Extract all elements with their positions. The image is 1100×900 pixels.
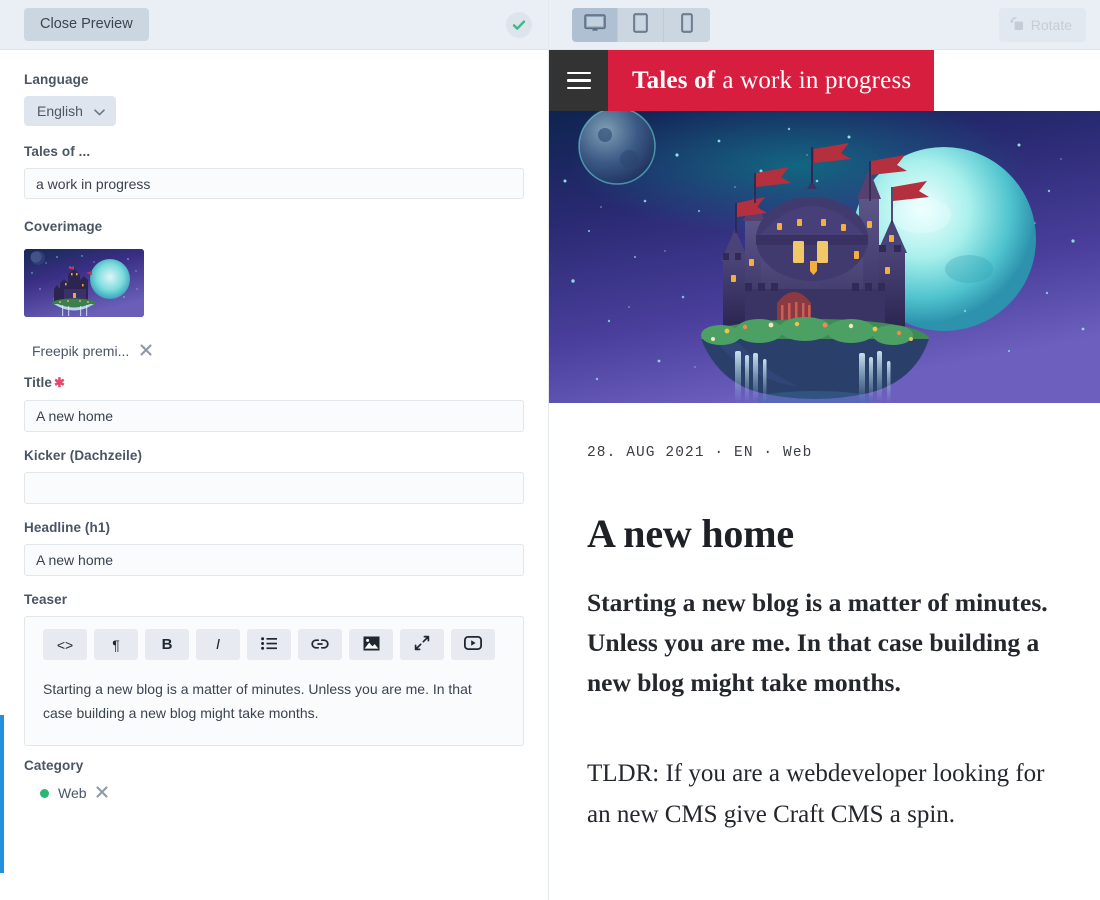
expand-button[interactable] — [400, 629, 444, 660]
save-status-indicator[interactable] — [506, 11, 532, 38]
phone-icon — [681, 13, 693, 36]
italic-button[interactable]: I — [196, 629, 240, 660]
link-button[interactable] — [298, 629, 342, 660]
site-title: Tales of a work in progress — [608, 50, 934, 111]
teaser-editor-toolbar: <> ¶ B I — [25, 629, 523, 660]
check-circle-icon — [511, 17, 527, 33]
article-title: A new home — [587, 511, 794, 556]
article-teaser: Starting a new blog is a matter of minut… — [587, 588, 1048, 697]
insert-image-button[interactable] — [349, 629, 393, 660]
required-marker: ✱ — [54, 375, 66, 390]
article-body: TLDR: If you are a webdeveloper looking … — [587, 760, 1045, 828]
rotate-icon — [1009, 16, 1024, 33]
entry-editor-preview-app: Close Preview Language English Tales of … — [0, 0, 1100, 900]
field-label-kicker: Kicker (Dachzeile) — [24, 448, 143, 463]
desktop-view-button[interactable] — [572, 7, 618, 42]
field-label-title-text: Title — [24, 375, 53, 390]
language-select[interactable]: English — [24, 96, 116, 126]
article-content: 28. AUG 2021 · EN · Web A new home Start… — [549, 445, 1100, 835]
close-x-icon — [95, 785, 108, 798]
field-label-language: Language — [24, 72, 89, 87]
tales-of-input[interactable] — [24, 168, 524, 199]
source-code-icon: <> — [56, 636, 74, 653]
bold-icon: B — [161, 636, 173, 653]
paragraph-icon: ¶ — [112, 636, 120, 653]
site-title-regular: a work in progress — [722, 66, 912, 94]
title-input[interactable] — [24, 400, 524, 432]
desktop-icon — [583, 14, 606, 35]
field-label-title: Title ✱ — [24, 375, 524, 391]
field-label-coverimage: Coverimage — [24, 219, 103, 234]
video-icon — [463, 635, 483, 653]
preview-toolbar: Rotate — [549, 0, 1100, 50]
category-label: Web — [58, 785, 87, 802]
site-header-filler — [934, 50, 1100, 111]
device-size-switcher — [572, 7, 710, 42]
field-teaser: Teaser <> ¶ B I Starting a new blog is a… — [24, 592, 524, 747]
image-icon — [363, 636, 380, 654]
editor-toolbar: Close Preview — [0, 0, 548, 50]
coverimage-asset-row: Freepik premi... — [24, 343, 524, 359]
field-title: Title ✱ — [24, 375, 524, 432]
live-preview-pane: Rotate Tales of a work in progress 28. A… — [548, 0, 1100, 900]
site-title-bold: Tales of — [632, 66, 716, 94]
bullet-list-button[interactable] — [247, 629, 291, 660]
link-icon — [311, 637, 329, 653]
article-meta: 28. AUG 2021 · EN · Web — [587, 445, 813, 461]
field-label-headline: Headline (h1) — [24, 520, 111, 535]
expand-icon — [414, 635, 430, 654]
teaser-editor-content[interactable]: Starting a new blog is a matter of minut… — [25, 660, 523, 745]
field-label-tales-of: Tales of ... — [24, 144, 91, 159]
tablet-icon — [633, 13, 648, 36]
headline-input[interactable] — [24, 544, 524, 576]
field-headline: Headline (h1) — [24, 520, 524, 576]
field-kicker: Kicker (Dachzeile) — [24, 448, 524, 504]
source-code-button[interactable]: <> — [43, 629, 87, 660]
category-selected-row: Web — [24, 785, 524, 801]
category-color-dot — [40, 788, 49, 798]
teaser-rich-text-editor: <> ¶ B I Starting a new blog is a matter… — [24, 616, 524, 747]
field-label-teaser: Teaser — [24, 592, 68, 607]
remove-category-button[interactable] — [95, 785, 108, 801]
bold-button[interactable]: B — [145, 629, 189, 660]
close-x-icon — [140, 343, 152, 356]
language-select-value: English — [37, 103, 83, 119]
paragraph-button[interactable]: ¶ — [94, 629, 138, 660]
italic-icon: I — [215, 636, 221, 653]
coverimage-thumbnail-wrap — [24, 249, 524, 317]
close-preview-button[interactable]: Close Preview — [24, 8, 149, 41]
preview-site-header: Tales of a work in progress — [549, 50, 1100, 111]
rotate-label: Rotate — [1030, 16, 1072, 33]
coverimage-asset-name: Freepik premi... — [32, 343, 130, 359]
kicker-input[interactable] — [24, 472, 524, 504]
remove-coverimage-button[interactable] — [140, 343, 152, 359]
field-language: Language English — [24, 72, 524, 126]
article-hero-image — [549, 111, 1100, 403]
field-label-category: Category — [24, 758, 84, 774]
tablet-view-button[interactable] — [618, 7, 664, 42]
bullet-list-icon — [261, 636, 277, 653]
hamburger-menu-icon — [566, 71, 591, 90]
chevron-down-icon — [94, 103, 105, 119]
insert-video-button[interactable] — [451, 629, 495, 660]
field-coverimage: Coverimage Freepik premi... — [24, 219, 524, 359]
field-category: Category Web — [24, 758, 524, 801]
field-tales-of: Tales of ... — [24, 144, 524, 199]
phone-view-button[interactable] — [664, 7, 710, 42]
field-focus-accent-bar — [0, 715, 4, 873]
rotate-button[interactable]: Rotate — [998, 7, 1086, 42]
site-menu-button[interactable] — [549, 50, 608, 111]
editor-pane: Close Preview Language English Tales of … — [0, 0, 548, 900]
editor-form: Language English Tales of ... a work in … — [0, 50, 548, 899]
coverimage-thumbnail[interactable] — [24, 249, 144, 317]
